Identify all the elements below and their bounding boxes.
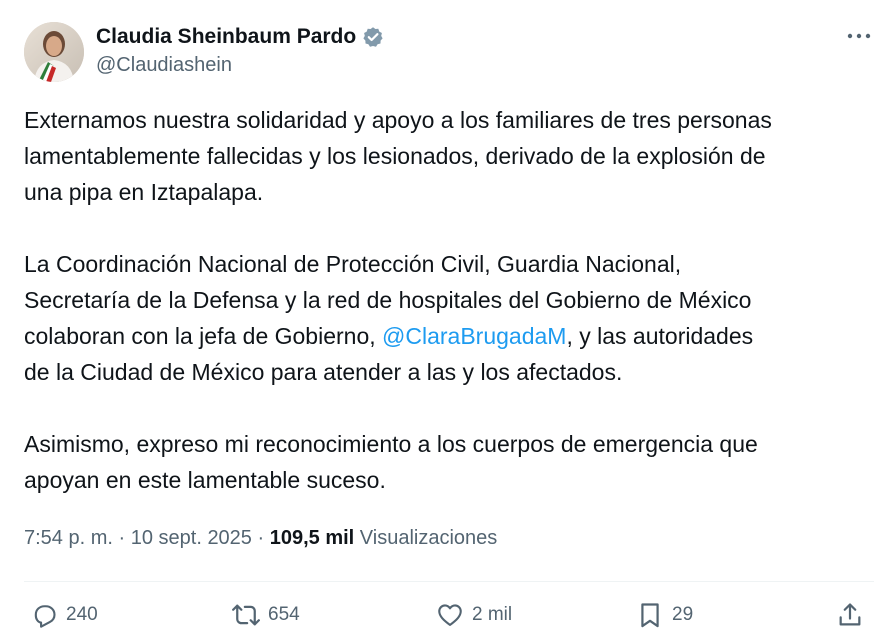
text-line-with-mention: colaboran con la jefa de Gobierno, @Clar… [24, 318, 884, 354]
tweet-header: Claudia Sheinbaum Pardo @Claudiashein [24, 20, 876, 82]
share-icon [839, 603, 861, 626]
meta-separator: · [251, 527, 270, 549]
meta-separator: · [112, 527, 131, 549]
text-line: de la Ciudad de México para atender a la… [24, 359, 623, 385]
action-bar: 240 654 2 mil 29 [0, 595, 895, 637]
more-options-button[interactable] [844, 26, 874, 46]
tweet-paragraph-2: La Coordinación Nacional de Protección C… [24, 246, 884, 390]
text-line: Externamos nuestra solidaridad y apoyo a… [24, 107, 772, 133]
text-fragment: , y las autoridades [566, 323, 754, 349]
repost-icon [232, 604, 260, 626]
text-fragment: colaboran con la jefa de Gobierno, [24, 323, 383, 349]
text-line: lamentablemente fallecidas y los lesiona… [24, 143, 766, 169]
tweet-time[interactable]: 7:54 p. m. [24, 527, 113, 549]
author-names: Claudia Sheinbaum Pardo @Claudiashein [96, 23, 384, 77]
like-button[interactable]: 2 mil [436, 595, 512, 635]
author-display-name[interactable]: Claudia Sheinbaum Pardo [96, 25, 356, 49]
heart-icon [438, 604, 462, 626]
text-line: apoyan en este lamentable suceso. [24, 467, 386, 493]
tweet-card: Claudia Sheinbaum Pardo @Claudiashein Ex… [0, 0, 895, 643]
like-count: 2 mil [472, 604, 513, 625]
views-count: 109,5 mil [269, 527, 355, 549]
tweet-date[interactable]: 10 sept. 2025 [131, 527, 252, 549]
reply-button[interactable]: 240 [30, 595, 98, 635]
tweet-paragraph-1: Externamos nuestra solidaridad y apoyo a… [24, 102, 884, 210]
tweet-paragraph-3: Asimismo, expreso mi reconocimiento a lo… [24, 426, 884, 498]
more-dots-icon [847, 33, 871, 39]
tweet-text: Externamos nuestra solidaridad y apoyo a… [24, 102, 884, 498]
text-line: Asimismo, expreso mi reconocimiento a lo… [24, 431, 758, 457]
bookmark-icon [641, 603, 659, 628]
bookmark-button[interactable]: 29 [636, 595, 693, 635]
avatar[interactable] [24, 22, 84, 82]
reply-icon [34, 605, 56, 628]
repost-count: 654 [268, 604, 300, 625]
author-handle[interactable]: @Claudiashein [96, 54, 384, 77]
text-line: una pipa en Iztapalapa. [24, 179, 264, 205]
reply-count: 240 [66, 604, 98, 625]
tweet-meta: 7:54 p. m. · 10 sept. 2025 · 109,5 mil V… [24, 527, 497, 550]
mention-link[interactable]: @ClaraBrugadaM [382, 323, 566, 349]
verified-badge-icon[interactable] [362, 26, 384, 48]
views-label: Visualizaciones [359, 527, 498, 549]
text-line: La Coordinación Nacional de Protección C… [24, 251, 682, 277]
text-line: Secretaría de la Defensa y la red de hos… [24, 287, 752, 313]
name-row: Claudia Sheinbaum Pardo [96, 23, 384, 51]
repost-button[interactable]: 654 [232, 595, 300, 635]
avatar-image [24, 22, 84, 82]
divider [24, 581, 874, 582]
share-button[interactable] [836, 595, 864, 635]
bookmark-count: 29 [672, 604, 694, 625]
